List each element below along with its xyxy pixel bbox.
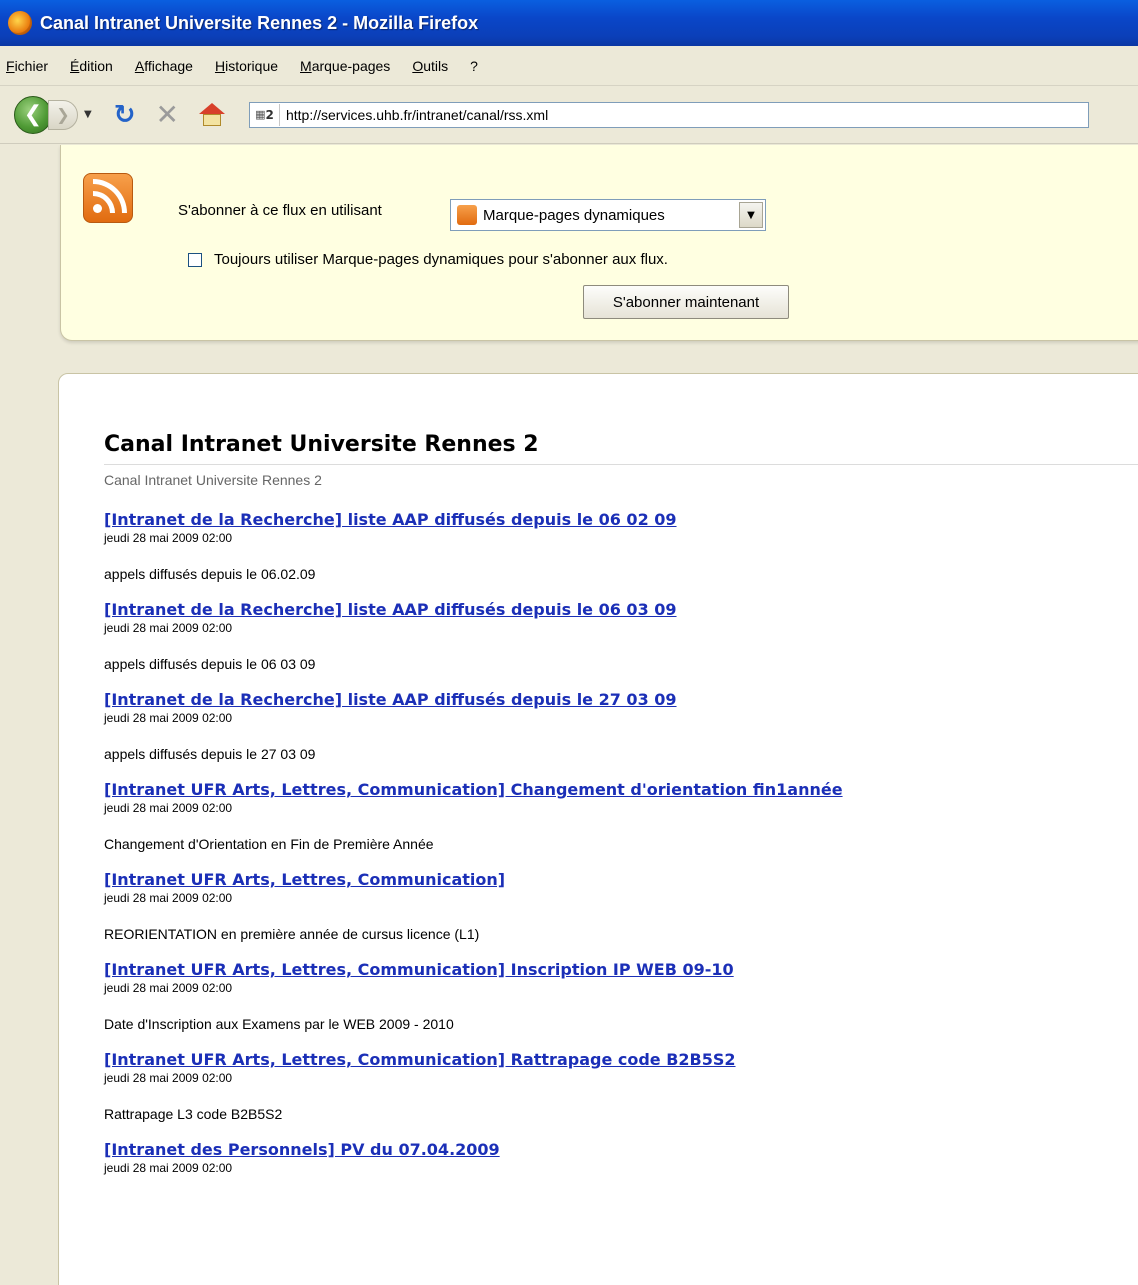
subscribe-label: S'abonner à ce flux en utilisant xyxy=(178,202,382,219)
chevron-down-icon[interactable]: ▼ xyxy=(739,202,763,228)
rss-feed-icon xyxy=(83,173,133,223)
entry-date: jeudi 28 mai 2009 02:00 xyxy=(104,981,233,995)
feed-subtitle: Canal Intranet Universite Rennes 2 xyxy=(104,472,322,488)
forward-button[interactable]: ❯ xyxy=(48,99,78,130)
feed-entry: [Intranet des Personnels] PV du 07.04.20… xyxy=(104,1140,1134,1176)
menu-affichage[interactable]: Affichage xyxy=(135,58,193,74)
menu-bar: Fichier Édition Affichage Historique Mar… xyxy=(0,46,1138,86)
menu-historique[interactable]: Historique xyxy=(215,58,278,74)
entry-title-link[interactable]: [Intranet de la Recherche] liste AAP dif… xyxy=(104,510,1134,530)
window-title: Canal Intranet Universite Rennes 2 - Moz… xyxy=(40,12,479,33)
always-use-row: Toujours utiliser Marque-pages dynamique… xyxy=(188,251,668,268)
url-bar[interactable]: ▦ 2 http://services.uhb.fr/intranet/canal… xyxy=(248,101,1089,128)
feed-entry: [Intranet de la Recherche] liste AAP dif… xyxy=(104,600,1134,673)
entry-description: Changement d'Orientation en Fin de Premi… xyxy=(104,836,434,852)
entry-date: jeudi 28 mai 2009 02:00 xyxy=(104,531,233,545)
subscribe-panel: S'abonner à ce flux en utilisant Marque-… xyxy=(60,145,1138,341)
entry-title-link[interactable]: [Intranet UFR Arts, Lettres, Communicati… xyxy=(104,780,1134,800)
menu-edition[interactable]: Édition xyxy=(70,58,113,74)
entry-date: jeudi 28 mai 2009 02:00 xyxy=(104,891,233,905)
entry-date: jeudi 28 mai 2009 02:00 xyxy=(104,1161,233,1175)
entry-title-link[interactable]: [Intranet UFR Arts, Lettres, Communicati… xyxy=(104,960,1134,980)
back-button[interactable]: ❮ xyxy=(14,95,52,134)
feed-entry: [Intranet UFR Arts, Lettres, Communicati… xyxy=(104,960,1134,1033)
entry-date: jeudi 28 mai 2009 02:00 xyxy=(104,621,233,635)
entry-title-link[interactable]: [Intranet de la Recherche] liste AAP dif… xyxy=(104,690,1134,710)
navigation-toolbar: ❮ ❯ ▼ ↻ ✕ ▦ 2 http://services.uhb.fr/intr… xyxy=(0,86,1138,144)
url-text[interactable]: http://services.uhb.fr/intranet/canal/rs… xyxy=(286,107,548,123)
feed-entry: [Intranet UFR Arts, Lettres, Communicati… xyxy=(104,870,1134,943)
entry-title-link[interactable]: [Intranet UFR Arts, Lettres, Communicati… xyxy=(104,870,1134,890)
feed-entry: [Intranet UFR Arts, Lettres, Communicati… xyxy=(104,780,1134,853)
menu-help[interactable]: ? xyxy=(470,58,478,74)
entry-description: appels diffusés depuis le 06 03 09 xyxy=(104,656,316,672)
stop-icon[interactable]: ✕ xyxy=(156,98,179,131)
entry-title-link[interactable]: [Intranet UFR Arts, Lettres, Communicati… xyxy=(104,1050,1134,1070)
home-icon[interactable] xyxy=(198,102,225,127)
subscribe-reader-value: Marque-pages dynamiques xyxy=(483,206,665,224)
firefox-icon xyxy=(8,11,32,35)
menu-outils[interactable]: Outils xyxy=(412,58,448,74)
entry-description: REORIENTATION en première année de cursu… xyxy=(104,926,480,942)
always-use-checkbox[interactable] xyxy=(188,252,202,267)
rss-small-icon xyxy=(457,205,477,225)
entry-title-link[interactable]: [Intranet de la Recherche] liste AAP dif… xyxy=(104,600,1134,620)
history-dropdown-icon[interactable]: ▼ xyxy=(84,109,92,120)
back-arrow-icon: ❮ xyxy=(23,102,43,127)
feed-body: Canal Intranet Universite Rennes 2 Canal… xyxy=(58,373,1138,1285)
subscribe-reader-select[interactable]: Marque-pages dynamiques ▼ xyxy=(450,199,766,231)
menu-fichier[interactable]: Fichier xyxy=(6,58,48,74)
window-titlebar: Canal Intranet Universite Rennes 2 - Moz… xyxy=(0,0,1138,46)
entry-title-link[interactable]: [Intranet des Personnels] PV du 07.04.20… xyxy=(104,1140,1134,1160)
feed-title: Canal Intranet Universite Rennes 2 xyxy=(104,432,539,457)
reload-icon[interactable]: ↻ xyxy=(114,100,136,130)
subscribe-now-button[interactable]: S'abonner maintenant xyxy=(583,285,789,319)
entry-date: jeudi 28 mai 2009 02:00 xyxy=(104,711,233,725)
feed-entries: [Intranet de la Recherche] liste AAP dif… xyxy=(104,510,1134,1193)
site-icon: ▦ 2 xyxy=(250,103,280,126)
always-use-label[interactable]: Toujours utiliser Marque-pages dynamique… xyxy=(214,251,668,268)
feed-entry: [Intranet de la Recherche] liste AAP dif… xyxy=(104,510,1134,583)
menu-marque-pages[interactable]: Marque-pages xyxy=(300,58,390,74)
page-content: S'abonner à ce flux en utilisant Marque-… xyxy=(0,145,1138,1285)
forward-arrow-icon: ❯ xyxy=(56,105,70,124)
entry-description: Rattrapage L3 code B2B5S2 xyxy=(104,1106,283,1122)
feed-entry: [Intranet UFR Arts, Lettres, Communicati… xyxy=(104,1050,1134,1123)
title-divider xyxy=(104,464,1138,465)
entry-description: appels diffusés depuis le 06.02.09 xyxy=(104,566,316,582)
entry-description: Date d'Inscription aux Examens par le WE… xyxy=(104,1016,454,1032)
feed-entry: [Intranet de la Recherche] liste AAP dif… xyxy=(104,690,1134,763)
entry-date: jeudi 28 mai 2009 02:00 xyxy=(104,801,233,815)
entry-description: appels diffusés depuis le 27 03 09 xyxy=(104,746,316,762)
entry-date: jeudi 28 mai 2009 02:00 xyxy=(104,1071,233,1085)
